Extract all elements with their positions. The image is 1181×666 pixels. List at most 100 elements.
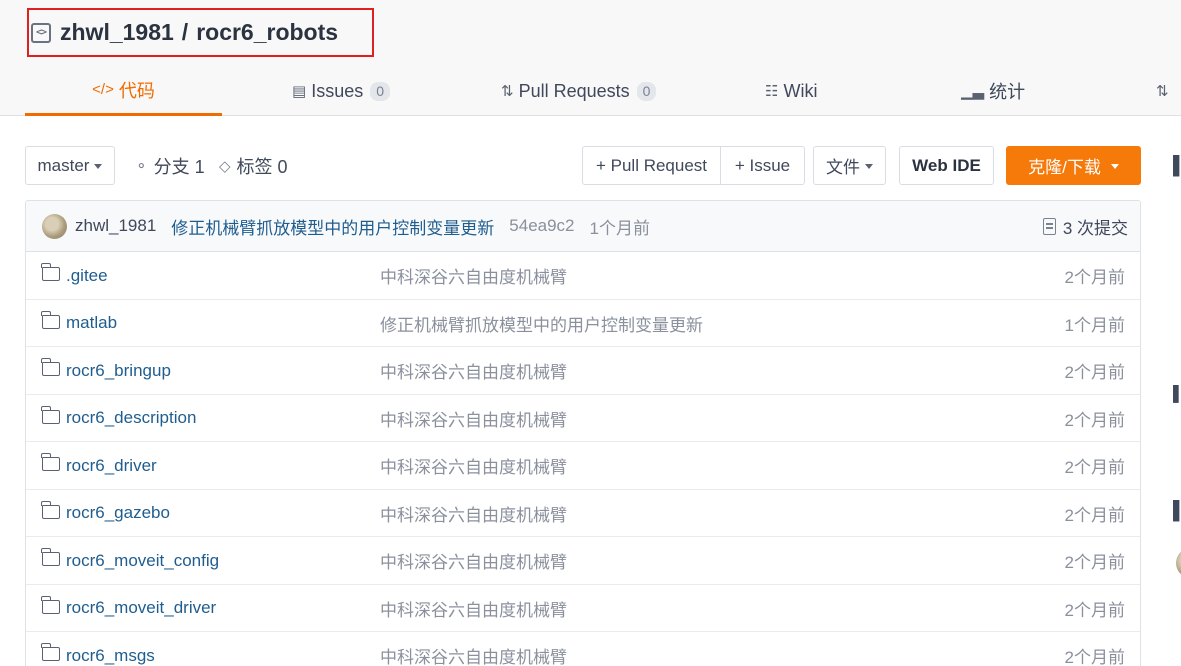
file-row: rocr6_driver 中科深谷六自由度机械臂 2个月前 [26, 442, 1140, 490]
file-row: rocr6_moveit_driver 中科深谷六自由度机械臂 2个月前 [26, 585, 1140, 632]
chevron-down-icon [865, 164, 873, 169]
tab-wiki-label: Wiki [783, 80, 818, 101]
pull-requests-count-badge: 0 [636, 81, 657, 101]
issues-icon: ▤ [292, 83, 307, 100]
new-pull-request-button[interactable]: + Pull Request [583, 147, 720, 184]
tab-pull-requests-label: Pull Requests [518, 80, 630, 101]
file-time: 2个月前 [1064, 268, 1125, 287]
code-icon: </> [92, 81, 114, 98]
file-time: 1个月前 [1064, 315, 1125, 335]
folder-icon [41, 595, 60, 614]
clone-download-label: 克隆/下载 [1028, 158, 1101, 177]
repo-code-icon: <> [31, 22, 51, 43]
tab-code-label: 代码 [118, 80, 155, 101]
tab-stats-label: 统计 [989, 82, 1026, 102]
tab-issues-label: Issues [311, 80, 364, 101]
commit-message-link[interactable]: 修正机械臂抓放模型中的用户控制变量更新 [171, 214, 494, 239]
new-issue-button[interactable]: + Issue [720, 147, 804, 184]
branches-label: 分支 1 [153, 156, 205, 177]
commit-count-link[interactable]: 3 次提交 [1042, 201, 1128, 252]
file-commit-message-link[interactable]: 修正机械臂抓放模型中的用户控制变量更新 [380, 300, 703, 347]
repo-header: <> zhwl_1981 / rocr6_robots </> 代码 ▤ Iss… [0, 0, 1181, 116]
repo-toolbar: master ⚬ 分支 1 ◇ 标签 0 + Pull Request + Is… [25, 146, 1141, 186]
folder-icon [41, 500, 60, 519]
folder-icon [41, 548, 60, 566]
bar-chart-icon: ▁▃ [961, 83, 985, 100]
commit-sha-link[interactable]: 54ea9c2 [509, 216, 574, 236]
file-list: .gitee 中科深谷六自由度机械臂 2个月前 matlab 修正机械臂抓放模型… [26, 252, 1140, 666]
file-time: 2个月前 [1064, 363, 1125, 382]
file-row: matlab 修正机械臂抓放模型中的用户控制变量更新 1个月前 [26, 300, 1140, 347]
sidebar-heading-fragment: ▌ [1173, 500, 1181, 520]
folder-icon [41, 405, 60, 424]
file-commit-message-link[interactable]: 中科深谷六自由度机械臂 [380, 442, 567, 489]
branches-link[interactable]: ⚬ 分支 1 [135, 146, 205, 185]
latest-commit-bar: zhwl_1981 修正机械臂抓放模型中的用户控制变量更新 54ea9c2 1个… [26, 201, 1140, 252]
file-commit-message-link[interactable]: 中科深谷六自由度机械臂 [380, 490, 567, 537]
file-name-link[interactable]: rocr6_bringup [66, 347, 171, 394]
file-commit-message-link[interactable]: 中科深谷六自由度机械臂 [380, 252, 567, 299]
branch-select[interactable]: master [25, 146, 115, 185]
folder-icon [41, 263, 60, 281]
pull-request-icon: ⇅ [501, 83, 514, 100]
issues-count-badge: 0 [370, 81, 391, 101]
file-time: 2个月前 [1064, 458, 1125, 477]
branch-graph-icon: ⇅ [1156, 83, 1169, 100]
file-commit-message-link[interactable]: 中科深谷六自由度机械臂 [380, 632, 567, 666]
tags-link[interactable]: ◇ 标签 0 [219, 146, 288, 185]
tab-code[interactable]: </> 代码 [25, 66, 222, 116]
file-row: rocr6_msgs 中科深谷六自由度机械臂 2个月前 [26, 632, 1140, 666]
branch-select-value: master [37, 155, 90, 175]
repo-owner-link[interactable]: zhwl_1981 [60, 19, 174, 46]
folder-icon [41, 310, 60, 329]
file-row: rocr6_bringup 中科深谷六自由度机械臂 2个月前 [26, 347, 1140, 395]
book-icon: ☷ [765, 83, 779, 100]
file-name-link[interactable]: rocr6_moveit_config [66, 537, 219, 584]
file-tree: zhwl_1981 修正机械臂抓放模型中的用户控制变量更新 54ea9c2 1个… [25, 200, 1141, 666]
repo-name-link[interactable]: rocr6_robots [196, 19, 338, 46]
file-commit-message-link[interactable]: 中科深谷六自由度机械臂 [380, 395, 567, 442]
tab-more[interactable]: ⇅ [1156, 66, 1174, 116]
tab-stats[interactable]: ▁▃ 统计 [961, 66, 1025, 116]
commit-count-label: 3 次提交 [1062, 219, 1128, 238]
sidebar-heading-fragment: ▌ [1173, 385, 1181, 402]
clone-download-button[interactable]: 克隆/下载 [1006, 146, 1141, 185]
chevron-down-icon [94, 164, 103, 169]
tab-wiki[interactable]: ☷ Wiki [765, 66, 817, 116]
file-commit-message-link[interactable]: 中科深谷六自由度机械臂 [380, 347, 567, 394]
file-name-link[interactable]: matlab [66, 300, 117, 347]
file-commit-message-link[interactable]: 中科深谷六自由度机械臂 [380, 537, 567, 584]
file-time: 2个月前 [1064, 648, 1125, 666]
file-name-link[interactable]: rocr6_moveit_driver [66, 585, 216, 632]
file-row: rocr6_description 中科深谷六自由度机械臂 2个月前 [26, 395, 1140, 442]
commits-icon [1042, 218, 1056, 235]
file-time: 2个月前 [1064, 600, 1125, 620]
file-row: .gitee 中科深谷六自由度机械臂 2个月前 [26, 252, 1140, 300]
chevron-down-icon [1110, 164, 1119, 169]
repo-title: <> zhwl_1981 / rocr6_robots [27, 8, 374, 57]
file-row: rocr6_gazebo 中科深谷六自由度机械臂 2个月前 [26, 490, 1140, 537]
file-name-link[interactable]: rocr6_gazebo [66, 490, 170, 537]
repo-tabs: </> 代码 ▤ Issues 0 ⇅ Pull Requests 0 ☷ Wi… [25, 66, 1181, 116]
file-name-link[interactable]: rocr6_description [66, 395, 196, 442]
avatar[interactable] [42, 213, 67, 239]
tags-label: 标签 0 [236, 156, 288, 177]
avatar[interactable] [1176, 548, 1181, 578]
file-name-link[interactable]: rocr6_msgs [66, 632, 155, 666]
file-row: rocr6_moveit_config 中科深谷六自由度机械臂 2个月前 [26, 537, 1140, 585]
file-menu-button[interactable]: 文件 [813, 146, 886, 185]
file-commit-message-link[interactable]: 中科深谷六自由度机械臂 [380, 585, 567, 632]
file-name-link[interactable]: .gitee [66, 252, 108, 299]
folder-icon [41, 643, 60, 661]
commit-author-link[interactable]: zhwl_1981 [75, 216, 156, 236]
commit-time: 1个月前 [589, 218, 650, 238]
web-ide-button[interactable]: Web IDE [899, 146, 994, 185]
file-name-link[interactable]: rocr6_driver [66, 442, 157, 489]
create-button-group: + Pull Request + Issue [582, 146, 805, 185]
sidebar-heading-fragment: ▌ [1173, 155, 1181, 175]
file-time: 2个月前 [1064, 553, 1125, 572]
tag-icon: ◇ [219, 157, 231, 175]
tab-issues[interactable]: ▤ Issues 0 [292, 66, 391, 116]
file-time: 2个月前 [1064, 505, 1125, 525]
tab-pull-requests[interactable]: ⇅ Pull Requests 0 [501, 66, 657, 116]
